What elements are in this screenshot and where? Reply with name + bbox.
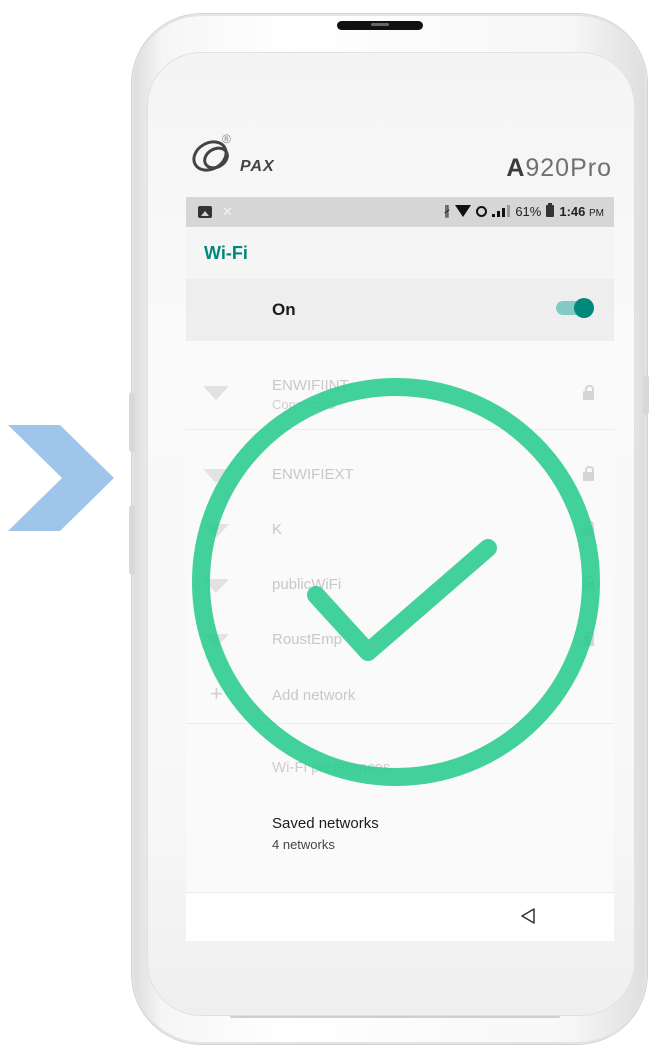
add-network-item[interactable]: + Add network [186,667,614,724]
wifi-master-switch-row[interactable]: On [186,279,614,341]
cellular-icon [492,205,511,217]
lock-icon [583,576,594,591]
saved-networks-label: Saved networks [272,815,379,832]
side-button-volume[interactable] [129,392,135,452]
wifi-toggle[interactable] [556,298,594,318]
model-prefix: A [506,154,526,182]
device-model: A920Pro [506,154,612,183]
wifi-signal-icon [202,576,230,596]
pax-logo-icon [192,140,229,172]
lock-icon [583,466,594,481]
network-name: K [272,521,283,538]
brand-logo-block: ® PAX [190,132,310,182]
close-icon: ✕ [222,204,233,219]
battery-percent: 61% [515,203,542,219]
status-bar: ✕ ∦ 61% 1:46 PM [186,197,614,227]
toggle-knob [574,298,594,318]
wifi-preferences-item[interactable]: Wi-Fi preferences [186,723,614,795]
network-name: ENWIFIINT [272,377,349,394]
plus-icon: + [210,681,223,706]
side-button-power[interactable] [129,505,135,575]
network-item-roustemp[interactable]: RoustEmp [186,611,614,666]
chevron-right-icon [8,425,114,531]
device-screen: ✕ ∦ 61% 1:46 PM Wi-Fi On ENWIFIINT Conne… [186,197,614,941]
saved-networks-count: 4 networks [272,837,335,852]
brand-name: PAX [240,158,275,175]
status-bar-right: ∦ 61% 1:46 PM [444,203,604,219]
network-status: Connected [272,397,335,412]
speaker-sensor [371,23,389,26]
saved-networks-item[interactable]: Saved networks 4 networks [186,795,614,887]
wifi-signal-icon [202,466,230,486]
network-item-publicwifi[interactable]: publicWiFi [186,556,614,611]
battery-icon [546,203,555,217]
wifi-signal-icon [202,383,230,403]
data-saver-icon [476,205,488,217]
wifi-preferences-label: Wi-Fi preferences [272,759,391,776]
bluetooth-icon: ∦ [443,203,451,218]
image-icon [198,206,212,218]
add-network-label: Add network [272,687,356,704]
status-time-suffix: PM [589,207,604,219]
status-bar-left: ✕ [198,204,233,220]
page-title: Wi-Fi [204,243,248,263]
lock-icon [583,385,594,400]
back-icon[interactable] [520,908,536,924]
lock-icon [583,521,594,536]
model-suffix: 920Pro [525,154,612,182]
network-item-enwifiext[interactable]: ENWIFIEXT [186,430,614,490]
master-switch-label: On [272,300,296,319]
app-bar: Wi-Fi [186,227,614,279]
network-name: publicWiFi [272,576,342,593]
network-name: RoustEmp [272,631,343,648]
device-bottom-edge [230,1016,560,1018]
network-item-k[interactable]: K [186,501,614,556]
network-item-enwifiint[interactable]: ENWIFIINT Connected [186,341,614,430]
wifi-signal-icon [202,521,230,541]
status-time-value: 1:46 [559,203,586,219]
lock-icon [583,631,594,646]
network-name: ENWIFIEXT [272,466,354,483]
side-button-right[interactable] [643,375,649,415]
status-time: 1:46 PM [559,204,604,219]
wifi-icon [455,205,472,217]
navigation-bar [186,892,614,941]
wifi-signal-icon [202,631,230,651]
registered-mark: ® [222,132,231,146]
